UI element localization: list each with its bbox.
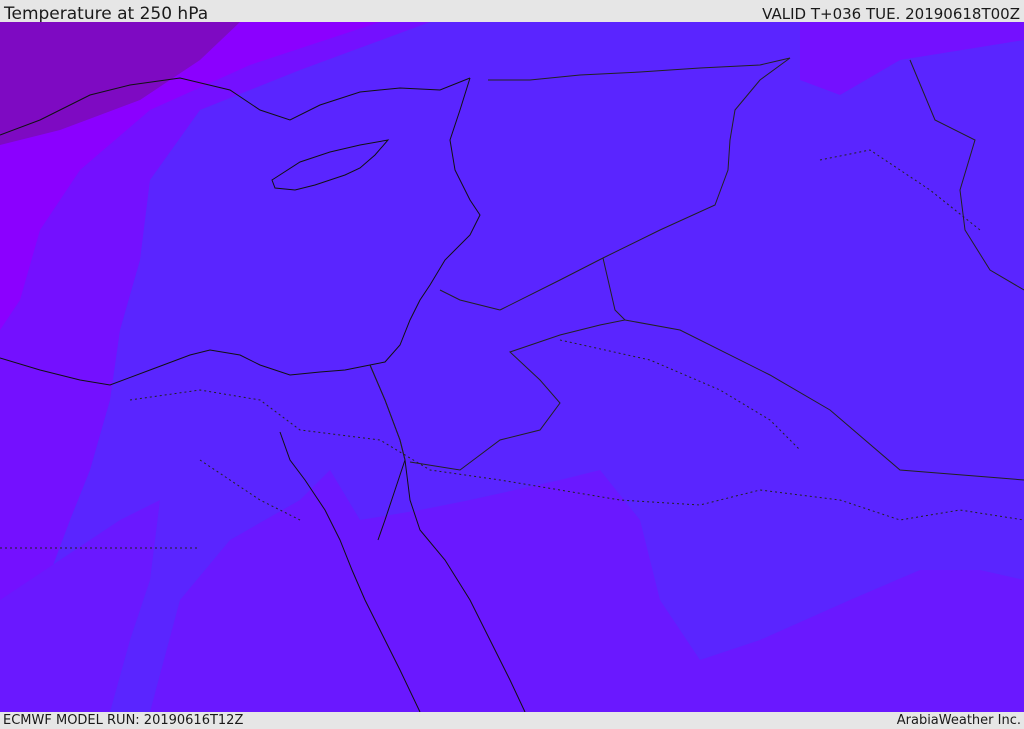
credit-label: ArabiaWeather Inc. <box>896 713 1021 728</box>
model-run-label: ECMWF MODEL RUN: 20190616T12Z <box>3 713 244 728</box>
weather-map-frame: Temperature at 250 hPa VALID T+036 TUE. … <box>0 0 1024 729</box>
header-bar: Temperature at 250 hPa VALID T+036 TUE. … <box>0 0 1024 24</box>
temperature-map[interactable] <box>0 22 1024 712</box>
footer-bar: ECMWF MODEL RUN: 20190616T12Z ArabiaWeat… <box>0 712 1024 729</box>
map-panel[interactable] <box>0 22 1024 712</box>
